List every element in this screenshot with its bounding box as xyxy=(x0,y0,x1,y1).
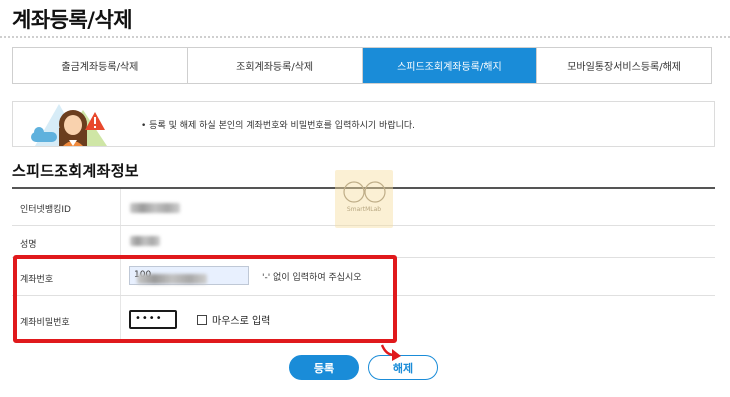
title-divider xyxy=(0,36,730,38)
tab-speed-inquiry-account[interactable]: 스피드조회계좌등록/해지 xyxy=(362,48,538,83)
watermark-text: SmartMLab xyxy=(346,206,382,213)
pointer-arrow-icon xyxy=(380,344,401,361)
notice-box: • 등록 및 해제 하실 본인의 계좌번호와 비밀번호를 입력하시기 바랍니다. xyxy=(12,101,715,147)
internet-banking-id-label: 인터넷뱅킹ID xyxy=(20,205,71,215)
watermark: SmartMLab xyxy=(335,170,393,228)
page-title: 계좌등록/삭제 xyxy=(12,8,133,32)
register-button[interactable]: 등록 xyxy=(289,355,359,380)
name-value xyxy=(130,236,160,246)
name-label: 성명 xyxy=(20,240,37,250)
form-row-name: 성명 xyxy=(12,226,715,258)
notice-text: • 등록 및 해제 하실 본인의 계좌번호와 비밀번호를 입력하시기 바랍니다. xyxy=(141,121,416,131)
row-separator xyxy=(120,189,121,225)
page-root: 계좌등록/삭제 출금계좌등록/삭제 조회계좌등록/삭제 스피드조회계좌등록/해지… xyxy=(0,0,730,397)
tab-inquiry-account[interactable]: 조회계좌등록/삭제 xyxy=(187,48,363,83)
glasses-icon xyxy=(343,181,386,203)
row-separator xyxy=(120,226,121,257)
section-title: 스피드조회계좌정보 xyxy=(12,162,139,180)
internet-banking-id-value xyxy=(130,203,180,213)
tab-mobile-passbook[interactable]: 모바일통장서비스등록/해제 xyxy=(537,48,711,83)
notice-illustration-icon xyxy=(31,104,107,146)
tab-bar: 출금계좌등록/삭제 조회계좌등록/삭제 스피드조회계좌등록/해지 모바일통장서비… xyxy=(12,47,712,84)
tab-withdrawal-account[interactable]: 출금계좌등록/삭제 xyxy=(13,48,188,83)
highlight-box xyxy=(13,255,397,343)
